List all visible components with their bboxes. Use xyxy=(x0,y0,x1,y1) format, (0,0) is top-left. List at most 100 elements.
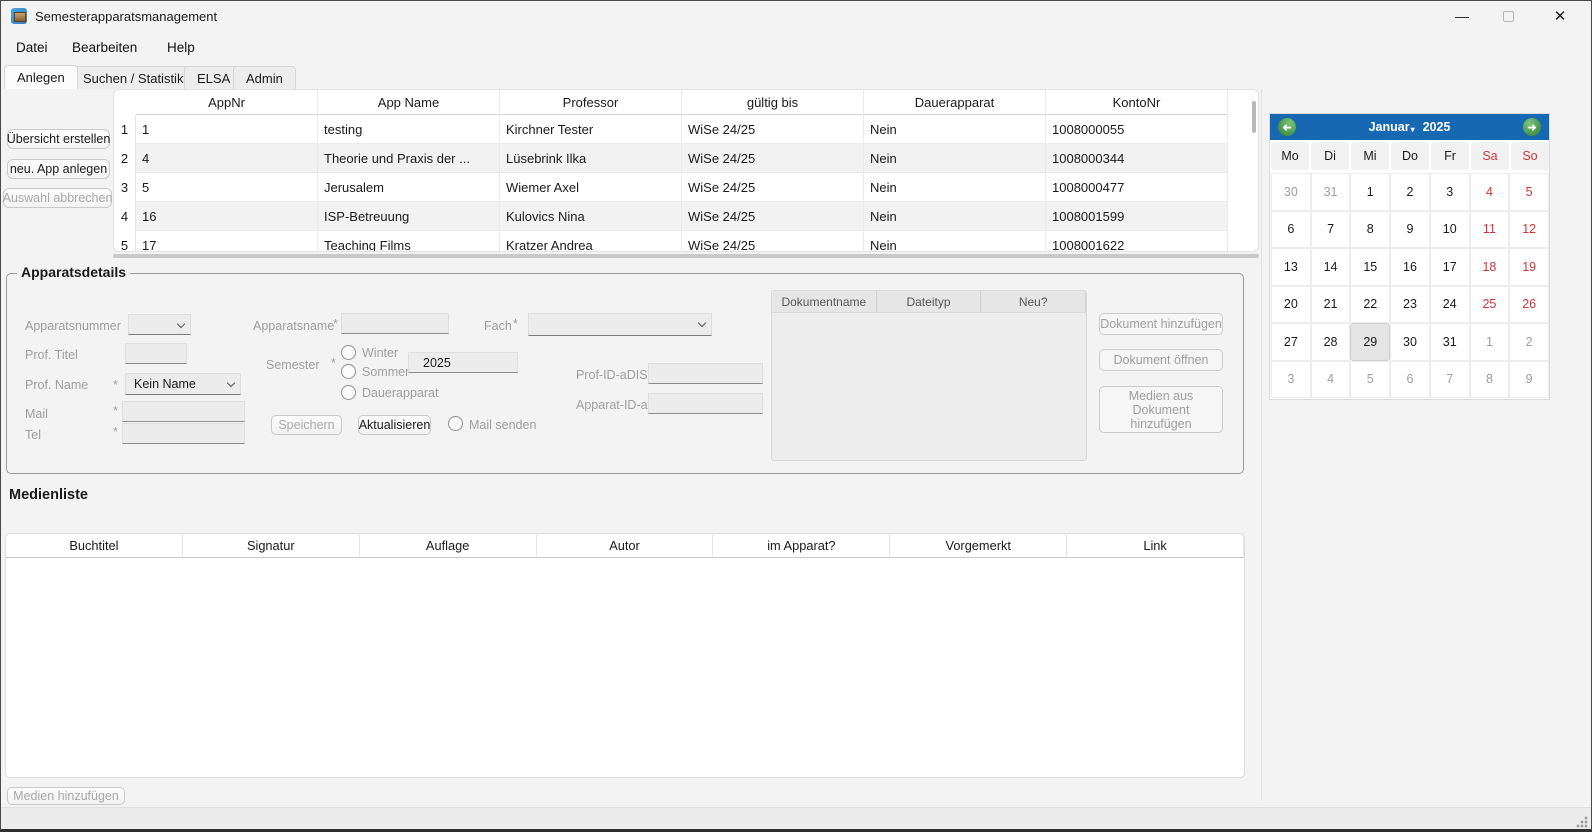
calendar-day[interactable]: 24 xyxy=(1430,286,1470,324)
calendar-day[interactable]: 31 xyxy=(1311,173,1351,211)
resize-grip-icon[interactable] xyxy=(1576,816,1588,828)
menu-datei[interactable]: Datei xyxy=(16,40,48,55)
tel-input[interactable] xyxy=(122,423,245,444)
medien-hinzufuegen-button[interactable]: Medien hinzufügen xyxy=(7,787,125,805)
calendar-day[interactable]: 19 xyxy=(1509,248,1549,286)
calendar-day[interactable]: 28 xyxy=(1311,323,1351,361)
column-header[interactable]: gültig bis xyxy=(682,90,864,115)
calendar-day[interactable]: 14 xyxy=(1311,248,1351,286)
calendar-day[interactable]: 18 xyxy=(1470,248,1510,286)
calendar-day[interactable]: 7 xyxy=(1430,361,1470,399)
calendar-prev-month-button[interactable]: ➜ xyxy=(1278,118,1296,136)
calendar-day[interactable]: 2 xyxy=(1390,173,1430,211)
column-header[interactable]: Autor xyxy=(537,534,714,558)
calendar-day[interactable]: 31 xyxy=(1430,323,1470,361)
calendar-day[interactable]: 21 xyxy=(1311,286,1351,324)
prof-id-adis-input[interactable] xyxy=(648,363,763,384)
calendar-day[interactable]: 29 xyxy=(1350,323,1390,361)
horizontal-scrollbar[interactable] xyxy=(113,254,1259,258)
column-header[interactable]: AppNr xyxy=(136,90,318,115)
vertical-scrollbar[interactable] xyxy=(1252,101,1256,133)
calendar-day[interactable]: 9 xyxy=(1390,211,1430,249)
column-header[interactable]: im Apparat? xyxy=(713,534,890,558)
semester-year-input[interactable]: 2025 xyxy=(408,352,518,373)
calendar-day[interactable]: 8 xyxy=(1350,211,1390,249)
calendar-day[interactable]: 16 xyxy=(1390,248,1430,286)
tab-suchen-statistik[interactable]: Suchen / Statistik xyxy=(70,66,196,89)
maximize-button[interactable] xyxy=(1485,1,1531,31)
menu-help[interactable]: Help xyxy=(167,40,195,55)
column-header[interactable]: Dokumentname xyxy=(772,291,877,313)
calendar-day[interactable]: 6 xyxy=(1390,361,1430,399)
table-row[interactable]: 416ISP-BetreuungKulovics NinaWiSe 24/25N… xyxy=(114,202,1258,231)
column-header[interactable]: Signatur xyxy=(183,534,360,558)
calendar-day[interactable]: 3 xyxy=(1430,173,1470,211)
calendar-day[interactable]: 26 xyxy=(1509,286,1549,324)
fach-select[interactable] xyxy=(528,313,712,336)
dokument-hinzufuegen-button[interactable]: Dokument hinzufügen xyxy=(1099,313,1223,335)
calendar-day[interactable]: 23 xyxy=(1390,286,1430,324)
calendar-next-month-button[interactable]: ➜ xyxy=(1523,118,1541,136)
tab-anlegen[interactable]: Anlegen xyxy=(4,65,78,89)
mail-senden-checkbox[interactable] xyxy=(448,416,463,431)
column-header[interactable]: Buchtitel xyxy=(6,534,183,558)
apparatsname-input[interactable] xyxy=(341,313,449,334)
calendar-day[interactable]: 6 xyxy=(1271,211,1311,249)
calendar-day[interactable]: 12 xyxy=(1509,211,1549,249)
sommer-radio[interactable] xyxy=(341,364,356,379)
calendar-day[interactable]: 13 xyxy=(1271,248,1311,286)
menu-bearbeiten[interactable]: Bearbeiten xyxy=(72,40,137,55)
calendar-day[interactable]: 7 xyxy=(1311,211,1351,249)
column-header[interactable]: Dateityp xyxy=(877,291,982,313)
minimize-button[interactable]: — xyxy=(1439,1,1485,31)
winter-radio[interactable] xyxy=(341,345,356,360)
table-row[interactable]: 517Teaching FilmsKratzer AndreaWiSe 24/2… xyxy=(114,231,1258,252)
uebersicht-erstellen-button[interactable]: Übersicht erstellen xyxy=(7,129,110,149)
column-header[interactable]: Auflage xyxy=(360,534,537,558)
calendar-day[interactable]: 3 xyxy=(1271,361,1311,399)
calendar-day[interactable]: 11 xyxy=(1470,211,1510,249)
calendar-day[interactable]: 1 xyxy=(1470,323,1510,361)
apparat-id-adis-input[interactable] xyxy=(648,393,763,414)
calendar-month-label[interactable]: Januar xyxy=(1369,120,1410,134)
calendar-day[interactable]: 22 xyxy=(1350,286,1390,324)
column-header[interactable]: KontoNr xyxy=(1046,90,1228,115)
column-header[interactable]: App Name xyxy=(318,90,500,115)
aktualisieren-button[interactable]: Aktualisieren xyxy=(358,415,431,435)
table-row[interactable]: 24Theorie und Praxis der ...Lüsebrink Il… xyxy=(114,144,1258,173)
calendar-year-label[interactable]: 2025 xyxy=(1423,120,1451,134)
calendar-day[interactable]: 4 xyxy=(1311,361,1351,399)
column-header[interactable]: Vorgemerkt xyxy=(890,534,1067,558)
dokument-oeffnen-button[interactable]: Dokument öffnen xyxy=(1099,349,1223,371)
column-header[interactable]: Neu? xyxy=(981,291,1086,313)
table-row[interactable]: 35JerusalemWiemer AxelWiSe 24/25Nein1008… xyxy=(114,173,1258,202)
dauerapparat-radio[interactable] xyxy=(341,385,356,400)
table-row[interactable]: 11testingKirchner TesterWiSe 24/25Nein10… xyxy=(114,115,1258,144)
calendar-day[interactable]: 30 xyxy=(1390,323,1430,361)
calendar-day[interactable]: 27 xyxy=(1271,323,1311,361)
mail-input[interactable] xyxy=(122,401,245,422)
calendar-day[interactable]: 1 xyxy=(1350,173,1390,211)
calendar-day[interactable]: 8 xyxy=(1470,361,1510,399)
column-header[interactable]: Dauerapparat xyxy=(864,90,1046,115)
calendar-day[interactable]: 4 xyxy=(1470,173,1510,211)
calendar-day[interactable]: 17 xyxy=(1430,248,1470,286)
calendar-day[interactable]: 30 xyxy=(1271,173,1311,211)
auswahl-abbrechen-button[interactable]: Auswahl abbrechen xyxy=(3,188,112,208)
calendar-day[interactable]: 9 xyxy=(1509,361,1549,399)
calendar-day[interactable]: 20 xyxy=(1271,286,1311,324)
column-header[interactable]: Professor xyxy=(500,90,682,115)
medien-aus-dokument-button[interactable]: Medien aus Dokument hinzufügen xyxy=(1099,386,1223,433)
calendar-day[interactable]: 15 xyxy=(1350,248,1390,286)
tab-admin[interactable]: Admin xyxy=(233,66,296,89)
calendar-day[interactable]: 25 xyxy=(1470,286,1510,324)
calendar-day[interactable]: 10 xyxy=(1430,211,1470,249)
close-button[interactable]: ✕ xyxy=(1537,1,1583,31)
prof-titel-input[interactable] xyxy=(125,343,187,364)
calendar-day[interactable]: 2 xyxy=(1509,323,1549,361)
column-header[interactable]: Link xyxy=(1067,534,1244,558)
neue-app-anlegen-button[interactable]: neu. App anlegen xyxy=(7,159,110,179)
prof-name-select[interactable]: Kein Name xyxy=(125,373,241,395)
calendar-day[interactable]: 5 xyxy=(1350,361,1390,399)
calendar-day[interactable]: 5 xyxy=(1509,173,1549,211)
